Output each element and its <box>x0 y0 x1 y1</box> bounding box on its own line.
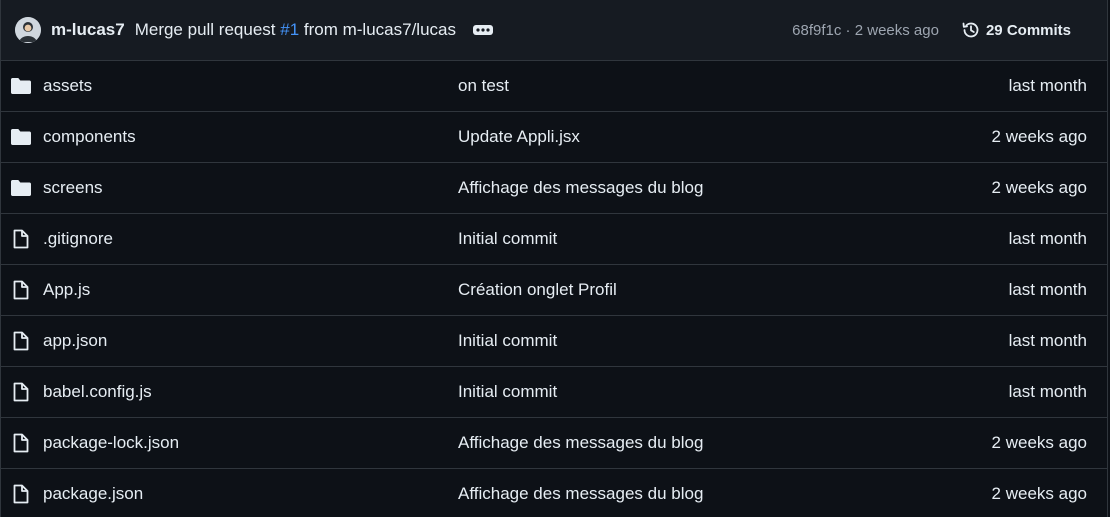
file-commit-date: last month <box>1008 76 1087 95</box>
file-commit-date: last month <box>1008 229 1087 248</box>
commit-message-suffix: from m-lucas7/lucas <box>299 20 456 39</box>
file-commit-message-link[interactable]: Initial commit <box>458 331 557 351</box>
commit-message[interactable]: Merge pull request #1 from m-lucas7/luca… <box>135 20 456 40</box>
commits-history-link[interactable]: 29 Commits <box>961 20 1071 40</box>
file-icon <box>10 484 32 504</box>
latest-commit-bar: m-lucas7 Merge pull request #1 from m-lu… <box>1 0 1107 61</box>
file-row[interactable]: App.js Création onglet Profil last month <box>1 265 1107 316</box>
file-row[interactable]: components Update Appli.jsx 2 weeks ago <box>1 112 1107 163</box>
file-row[interactable]: screens Affichage des messages du blog 2 w… <box>1 163 1107 214</box>
commit-sha[interactable]: 68f9f1c <box>792 22 841 39</box>
file-commit-date: last month <box>1008 382 1087 401</box>
folder-icon <box>10 76 32 96</box>
file-commit-message-link[interactable]: Affichage des messages du blog <box>458 484 703 504</box>
ellipsis-icon <box>472 25 493 35</box>
file-row[interactable]: package-lock.json Affichage des messages … <box>1 418 1107 469</box>
file-commit-message-link[interactable]: Affichage des messages du blog <box>458 178 703 198</box>
file-commit-date: last month <box>1008 280 1087 299</box>
file-icon <box>10 280 32 300</box>
file-name-link[interactable]: components <box>43 127 136 147</box>
commits-count: 29 Commits <box>985 21 1071 39</box>
file-commit-message-link[interactable]: Création onglet Profil <box>458 280 617 300</box>
file-icon <box>10 433 32 453</box>
folder-icon <box>10 127 32 147</box>
file-row[interactable]: babel.config.js Initial commit last month <box>1 367 1107 418</box>
commit-message-prefix: Merge pull request <box>134 20 281 39</box>
file-name-link[interactable]: package-lock.json <box>43 433 179 453</box>
file-name-link[interactable]: assets <box>43 76 92 96</box>
file-name-link[interactable]: package.json <box>43 484 143 504</box>
file-browser: m-lucas7 Merge pull request #1 from m-lu… <box>0 0 1108 517</box>
file-name-link[interactable]: screens <box>43 178 103 198</box>
file-commit-date: 2 weeks ago <box>991 127 1087 146</box>
avatar[interactable] <box>15 17 41 43</box>
file-commit-message-link[interactable]: Initial commit <box>458 382 557 402</box>
file-row[interactable]: assets on test last month <box>1 61 1107 112</box>
file-name-link[interactable]: app.json <box>43 331 107 351</box>
file-name-link[interactable]: .gitignore <box>43 229 113 249</box>
file-commit-message-link[interactable]: Update Appli.jsx <box>458 127 580 147</box>
file-commit-date: 2 weeks ago <box>991 178 1087 197</box>
file-commit-message-link[interactable]: Affichage des messages du blog <box>458 433 703 453</box>
commit-author-link[interactable]: m-lucas7 <box>51 20 125 40</box>
folder-icon <box>10 178 32 198</box>
history-icon <box>962 22 979 38</box>
file-commit-date: 2 weeks ago <box>991 484 1087 503</box>
file-row[interactable]: .gitignore Initial commit last month <box>1 214 1107 265</box>
file-commit-date: 2 weeks ago <box>991 433 1087 452</box>
commit-age: 2 weeks ago <box>854 21 939 39</box>
file-icon <box>10 382 32 402</box>
file-commit-date: last month <box>1008 331 1087 350</box>
file-name-link[interactable]: App.js <box>43 280 90 300</box>
file-list: assets on test last month components Update… <box>1 61 1107 517</box>
commit-sha-age[interactable]: 68f9f1c · 2 weeks ago <box>792 22 939 39</box>
file-commit-message-link[interactable]: on test <box>458 76 509 96</box>
file-name-link[interactable]: babel.config.js <box>43 382 152 402</box>
file-commit-message-link[interactable]: Initial commit <box>458 229 557 249</box>
file-row[interactable]: app.json Initial commit last month <box>1 316 1107 367</box>
commit-separator: · <box>841 21 855 39</box>
file-icon <box>10 229 32 249</box>
file-row[interactable]: package.json Affichage des messages du bl… <box>1 469 1107 517</box>
expand-message-button[interactable] <box>472 23 494 37</box>
file-icon <box>10 331 32 351</box>
pull-request-link[interactable]: #1 <box>280 20 299 39</box>
